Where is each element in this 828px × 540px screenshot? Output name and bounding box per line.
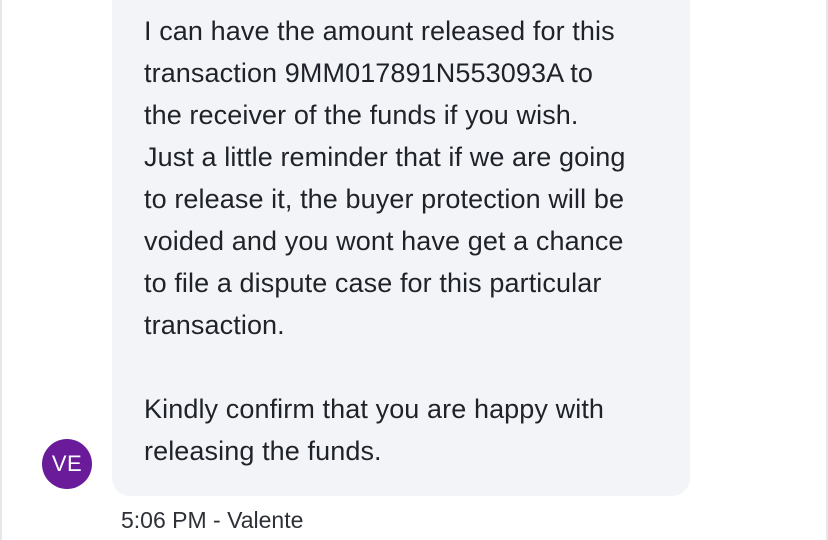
- message-line: the receiver of the funds if you wish.: [144, 100, 579, 130]
- message-text: I can have the amount released for this …: [144, 10, 672, 472]
- message-meta: 5:06 PM - Valente: [121, 507, 304, 533]
- message-line: releasing the funds.: [144, 436, 382, 466]
- avatar: VE: [42, 439, 92, 489]
- message-line: to file a dispute case for this particul…: [144, 268, 602, 298]
- message-line: transaction.: [144, 310, 285, 340]
- left-divider: [0, 0, 2, 540]
- message-line: Kindly confirm that you are happy with: [144, 394, 605, 424]
- message-line: to release it, the buyer protection will…: [144, 184, 625, 214]
- message-line: voided and you wont have get a chance: [144, 226, 624, 256]
- message-line: transaction 9MM017891N553093A to: [144, 58, 594, 88]
- message-line: I can have the amount released for this: [144, 16, 615, 46]
- avatar-initials: VE: [51, 451, 83, 476]
- message-line: Just a little reminder that if we are go…: [144, 142, 626, 172]
